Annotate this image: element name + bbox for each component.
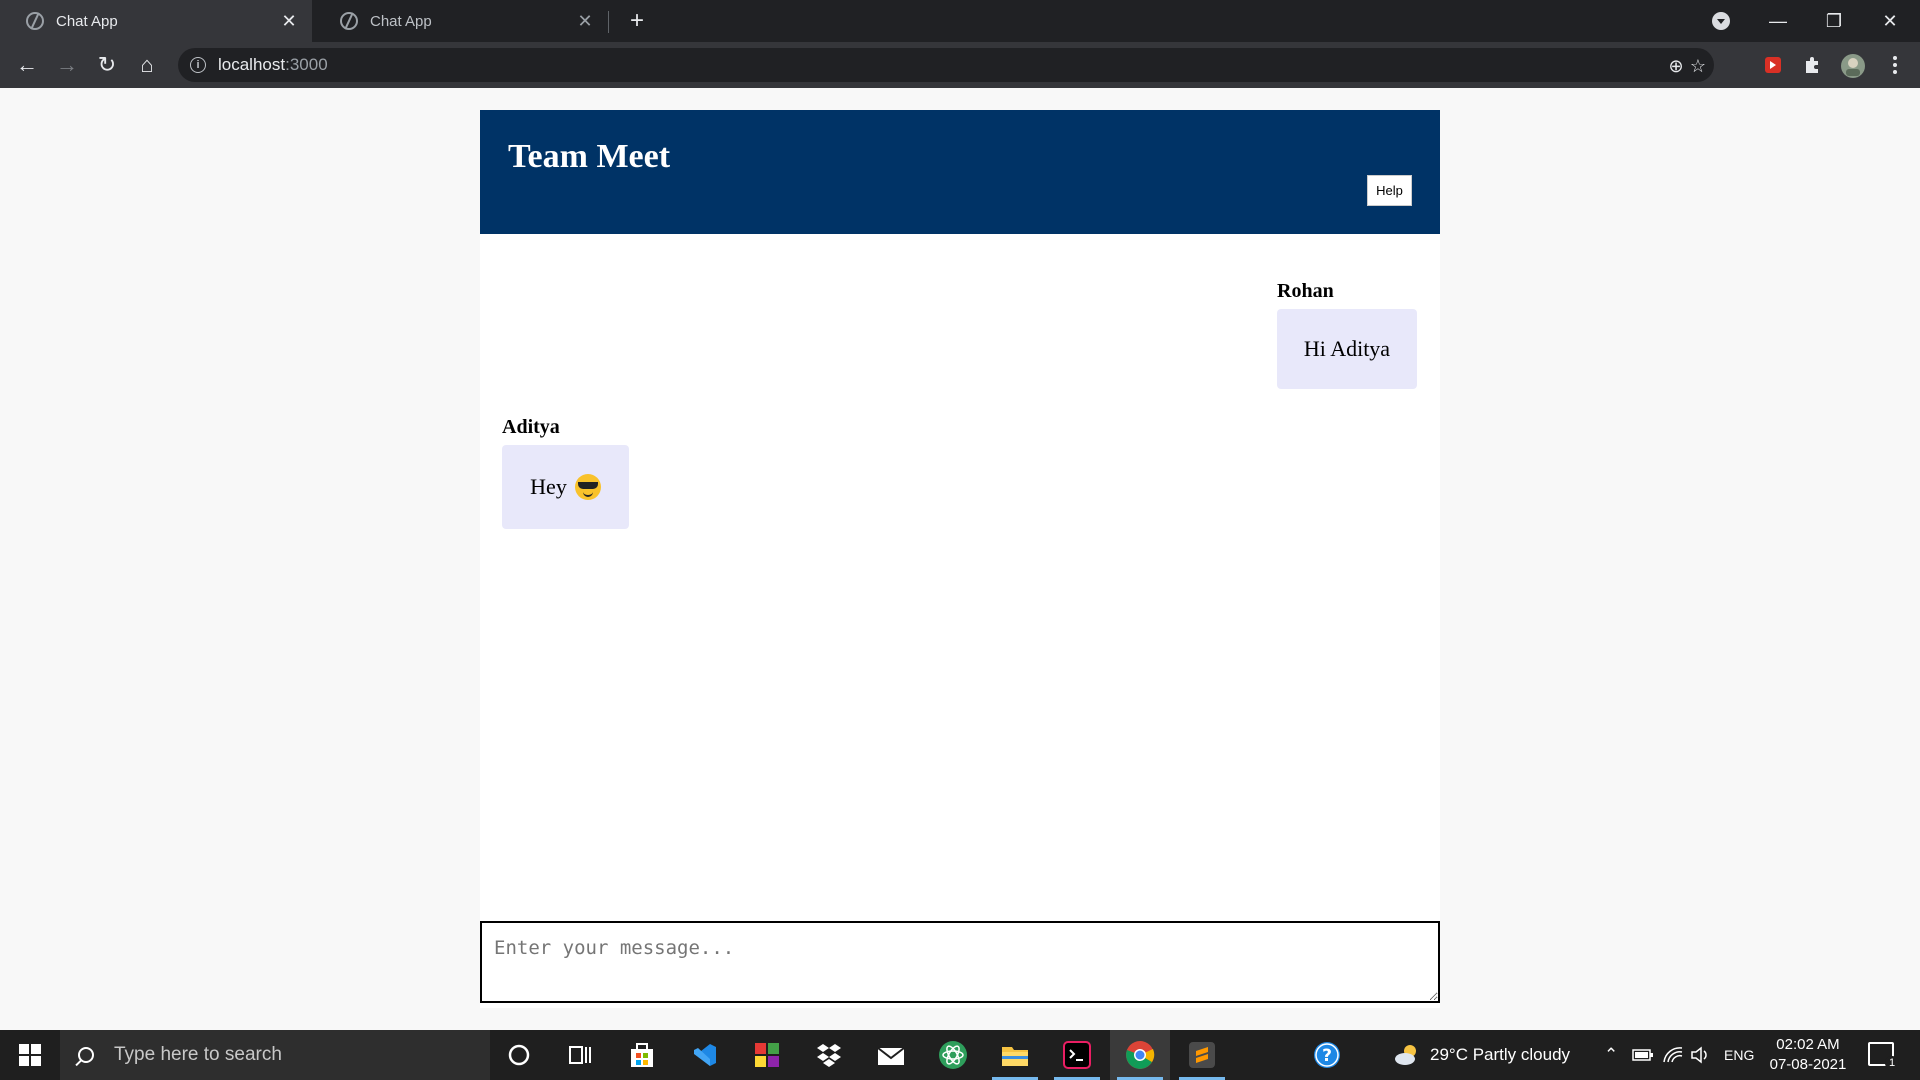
tab-separator [608, 11, 609, 33]
minimize-button[interactable]: — [1750, 0, 1806, 42]
search-icon [78, 1047, 94, 1063]
tab-search-icon[interactable] [1712, 12, 1730, 30]
new-tab-button[interactable]: + [624, 7, 650, 34]
weather-widget[interactable]: 29°C Partly cloudy [1392, 1030, 1570, 1080]
svg-text:?: ? [1322, 1046, 1332, 1066]
message-item: Aditya Hey [502, 416, 629, 529]
info-icon[interactable]: i [190, 57, 206, 73]
chrome-icon[interactable] [1117, 1040, 1163, 1080]
language-indicator[interactable]: ENG [1724, 1030, 1754, 1080]
close-icon[interactable]: ✕ [280, 11, 298, 31]
globe-icon [340, 12, 358, 30]
restore-button[interactable]: ❐ [1806, 0, 1862, 42]
puzzle-extensions-icon[interactable] [1801, 54, 1823, 76]
atom-app-icon[interactable] [938, 1040, 968, 1070]
taskbar-search[interactable]: Type here to search [60, 1030, 490, 1080]
terminal-icon[interactable] [1054, 1040, 1100, 1080]
sublime-text-icon[interactable] [1179, 1040, 1225, 1080]
weather-text: 29°C Partly cloudy [1430, 1045, 1571, 1064]
wifi-icon[interactable] [1662, 1030, 1684, 1080]
chat-container: Team Meet Help Rohan Hi Aditya Aditya He… [480, 110, 1440, 1008]
tab-chat-app[interactable]: Chat App ✕ [314, 0, 608, 42]
back-button[interactable]: ← [12, 50, 42, 80]
dropbox-icon[interactable] [814, 1040, 844, 1070]
tab-title: Chat App [370, 12, 432, 30]
globe-icon [26, 12, 44, 30]
app-title: Team Meet [508, 138, 671, 175]
message-sender: Aditya [502, 416, 560, 438]
reload-button[interactable]: ↻ [92, 50, 122, 80]
message-bubble: Hey [502, 445, 629, 529]
store-icon[interactable] [627, 1040, 657, 1070]
home-button[interactable]: ⌂ [132, 50, 162, 80]
message-bubble: Hi Aditya [1277, 309, 1417, 389]
browser-tab-bar: Chat App ✕ Chat App ✕ + — ❐ ✕ [0, 0, 1920, 42]
close-icon[interactable]: ✕ [576, 11, 594, 31]
volume-icon[interactable] [1690, 1030, 1712, 1080]
tab-title: Chat App [56, 12, 118, 30]
extension-icon[interactable] [1762, 54, 1784, 76]
address-url[interactable]: localhost:3000 [218, 55, 328, 75]
close-window-button[interactable]: ✕ [1862, 0, 1918, 42]
menu-kebab-icon[interactable] [1884, 54, 1906, 76]
sunglasses-emoji-icon [574, 474, 601, 500]
vscode-icon[interactable] [689, 1040, 719, 1070]
profile-avatar[interactable] [1840, 53, 1866, 79]
page-viewport: Team Meet Help Rohan Hi Aditya Aditya He… [0, 88, 1920, 1030]
windows-taskbar: Type here to search ? 29°C Partly cloudy… [0, 1030, 1920, 1080]
help-icon[interactable]: ? [1312, 1040, 1342, 1070]
chat-header: Team Meet Help [480, 110, 1440, 234]
help-button[interactable]: Help [1367, 175, 1412, 206]
cortana-icon[interactable] [504, 1040, 534, 1070]
address-bar[interactable]: i localhost:3000 ⊕ ☆ [178, 48, 1714, 82]
bookmark-star-icon[interactable]: ☆ [1688, 56, 1708, 76]
browser-toolbar: ← → ↻ ⌂ i localhost:3000 ⊕ ☆ [0, 42, 1920, 88]
app-grid-icon[interactable] [752, 1040, 782, 1070]
notification-count-badge: 1 [1885, 1056, 1899, 1070]
message-item: Rohan Hi Aditya [1277, 280, 1417, 389]
zoom-icon[interactable]: ⊕ [1666, 56, 1686, 76]
windows-logo-icon [19, 1044, 41, 1066]
clock-date: 07-08-2021 [1769, 1056, 1847, 1073]
tray-chevron-icon[interactable]: ⌃ [1604, 1030, 1618, 1080]
system-clock[interactable]: 02:02 AM 07-08-2021 [1766, 1035, 1850, 1075]
clock-time: 02:02 AM [1776, 1036, 1840, 1053]
task-view-icon[interactable] [565, 1040, 595, 1070]
message-text: Hi Aditya [1303, 336, 1391, 361]
partly-cloudy-icon [1395, 1045, 1416, 1065]
mail-icon[interactable] [876, 1040, 906, 1070]
taskbar-search-placeholder: Type here to search [114, 1044, 282, 1065]
file-explorer-icon[interactable] [992, 1040, 1038, 1080]
start-button[interactable] [0, 1030, 60, 1080]
url-host: localhost [218, 55, 286, 74]
tab-chat-app-active[interactable]: Chat App ✕ [0, 0, 312, 42]
forward-button[interactable]: → [52, 50, 82, 80]
message-sender: Rohan [1277, 280, 1334, 302]
message-text: Hey [530, 474, 567, 499]
battery-icon[interactable] [1632, 1030, 1654, 1080]
message-input[interactable] [480, 921, 1440, 1003]
url-port: :3000 [285, 55, 328, 74]
